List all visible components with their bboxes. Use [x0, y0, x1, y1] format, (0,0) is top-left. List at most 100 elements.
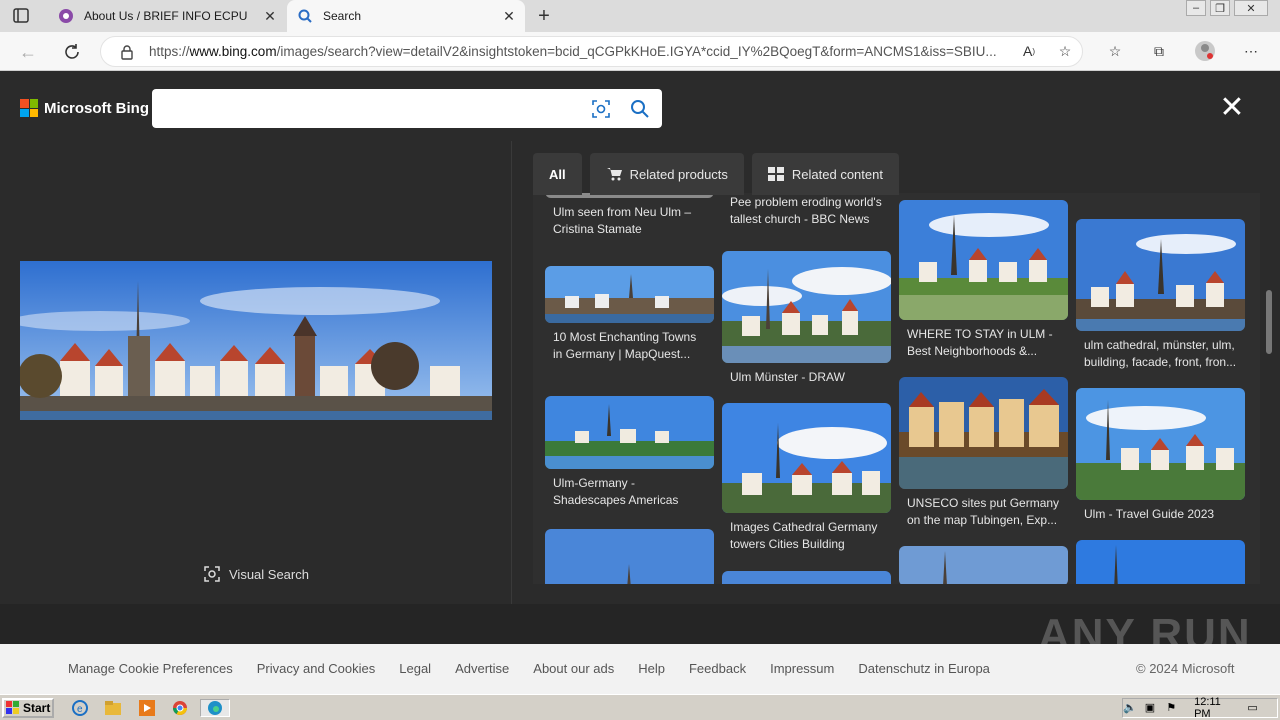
- footer-link-about-ads[interactable]: About our ads: [533, 661, 614, 676]
- favorites-icon[interactable]: ☆: [1104, 40, 1126, 62]
- restore-button[interactable]: ❐: [1210, 0, 1230, 16]
- tab-about-us[interactable]: About Us / BRIEF INFO ECPU ✕: [48, 0, 286, 32]
- footer-link-privacy[interactable]: Privacy and Cookies: [257, 661, 376, 676]
- flag-icon[interactable]: ⚑: [1166, 701, 1180, 715]
- visual-search-label: Visual Search: [229, 566, 309, 582]
- ie-icon[interactable]: e: [70, 699, 90, 717]
- minimize-button[interactable]: –: [1186, 0, 1206, 16]
- new-tab-button[interactable]: +: [533, 5, 555, 27]
- collections-icon[interactable]: ⧉: [1148, 40, 1170, 62]
- show-desktop-icon[interactable]: ▭: [1247, 701, 1261, 715]
- volume-icon[interactable]: 🔈: [1123, 701, 1137, 715]
- results-grid: Ulm seen from Neu Ulm – Cristina Stamate…: [533, 193, 1260, 584]
- clock[interactable]: 12:11 PM: [1194, 696, 1239, 720]
- result-card[interactable]: Ulm Münster - DRAW: [722, 251, 891, 403]
- url-text: https://www.bing.com/images/search?view=…: [149, 44, 1009, 59]
- result-thumbnail: [899, 377, 1068, 489]
- main-image[interactable]: [20, 261, 492, 420]
- tab-actions-button[interactable]: [10, 6, 32, 26]
- page-footer: Manage Cookie Preferences Privacy and Co…: [0, 644, 1280, 694]
- tab-related-products[interactable]: Related products: [589, 153, 744, 195]
- start-label: Start: [23, 701, 51, 715]
- profile-avatar[interactable]: [1194, 40, 1216, 62]
- network-icon[interactable]: ▣: [1145, 701, 1159, 715]
- grid-icon: [767, 167, 784, 181]
- lock-icon[interactable]: [119, 44, 135, 60]
- result-thumbnail: [899, 200, 1068, 320]
- result-thumbnail: [722, 251, 891, 363]
- result-caption: UNSECO sites put Germany on the map Tubi…: [907, 496, 1060, 527]
- tab-title: Search: [323, 9, 362, 23]
- start-button[interactable]: Start: [2, 698, 54, 718]
- media-player-icon[interactable]: [137, 699, 157, 717]
- result-thumbnail: [899, 546, 1068, 584]
- panel-tabs: All Related products Related content: [533, 153, 899, 195]
- tab-actions-icon: [13, 8, 29, 23]
- result-card[interactable]: 10 Most Enchanting Towns in Germany | Ma…: [545, 266, 714, 363]
- scrollbar-thumb[interactable]: [1266, 290, 1272, 354]
- result-card[interactable]: Ulm-Germany - Shadescapes Americas: [545, 396, 714, 509]
- footer-link-datenschutz[interactable]: Datenschutz in Europa: [858, 661, 990, 676]
- result-caption: didn't know took more tha...: [1076, 193, 1245, 213]
- footer-link-advertise[interactable]: Advertise: [455, 661, 509, 676]
- result-card[interactable]: [1076, 540, 1245, 584]
- close-detail-button[interactable]: ✕: [1218, 91, 1246, 124]
- footer-link-help[interactable]: Help: [638, 661, 665, 676]
- footer-links: Manage Cookie Preferences Privacy and Co…: [68, 661, 990, 676]
- edge-icon[interactable]: [200, 699, 230, 717]
- tab-related-content[interactable]: Related content: [751, 153, 899, 195]
- add-favorite-icon[interactable]: ☆: [1054, 40, 1076, 62]
- url-prefix: https://: [149, 44, 190, 59]
- result-card[interactable]: Images Cathedral Germany towers Cities B…: [722, 403, 891, 553]
- url-field[interactable]: https://www.bing.com/images/search?view=…: [100, 36, 1083, 67]
- result-card[interactable]: [545, 529, 714, 584]
- result-card[interactable]: Ulm seen from Neu Ulm – Cristina Stamate: [545, 193, 714, 238]
- result-thumbnail: [545, 529, 714, 584]
- read-aloud-icon[interactable]: A): [1018, 40, 1040, 62]
- result-thumbnail: [545, 396, 714, 469]
- result-card[interactable]: UNSECO sites put Germany on the map Tubi…: [899, 377, 1068, 529]
- footer-link-legal[interactable]: Legal: [399, 661, 431, 676]
- tab-all[interactable]: All: [533, 153, 582, 195]
- result-caption: Images Cathedral Germany towers Cities B…: [730, 520, 878, 551]
- result-caption: ulm cathedral, münster, ulm, building, f…: [1084, 338, 1237, 369]
- close-window-button[interactable]: ✕: [1234, 0, 1268, 16]
- visual-search-button[interactable]: Visual Search: [203, 565, 309, 583]
- search-box: [152, 89, 662, 128]
- bing-logo[interactable]: Microsoft Bing: [20, 99, 149, 117]
- result-caption: WHERE TO STAY in ULM - Best Neighborhood…: [907, 327, 1053, 358]
- footer-link-feedback[interactable]: Feedback: [689, 661, 746, 676]
- result-card[interactable]: [722, 571, 891, 584]
- result-thumbnail: [1076, 219, 1245, 331]
- result-thumbnail: [1076, 388, 1245, 500]
- close-tab-icon[interactable]: ✕: [260, 6, 280, 26]
- refresh-button[interactable]: [60, 40, 84, 64]
- result-card[interactable]: ulm cathedral, münster, ulm, building, f…: [1076, 219, 1245, 371]
- back-button[interactable]: ←: [16, 40, 40, 64]
- shopping-cart-icon: [606, 168, 622, 181]
- search-icon[interactable]: [629, 98, 651, 120]
- footer-link-impressum[interactable]: Impressum: [770, 661, 834, 676]
- site-favicon-icon: [58, 8, 74, 24]
- search-favicon-icon: [297, 8, 313, 24]
- related-panel: Ulm seen from Neu Ulm – Cristina Stamate…: [533, 141, 1260, 604]
- result-thumbnail: [545, 266, 714, 323]
- close-tab-icon[interactable]: ✕: [499, 6, 519, 26]
- visual-search-camera-icon[interactable]: [590, 98, 612, 120]
- chrome-icon[interactable]: [170, 699, 190, 717]
- bing-header: Microsoft Bing ✕: [0, 71, 1280, 141]
- result-card[interactable]: Pee problem eroding world's tallest chur…: [722, 193, 891, 228]
- search-input[interactable]: [162, 97, 582, 121]
- result-caption: Ulm - Travel Guide 2023: [1084, 507, 1215, 521]
- tab-strip: About Us / BRIEF INFO ECPU ✕ Search ✕ + …: [0, 0, 1280, 32]
- tab-search[interactable]: Search ✕: [287, 0, 525, 32]
- result-card[interactable]: [899, 546, 1068, 584]
- result-card[interactable]: didn't know took more tha...: [1076, 193, 1245, 213]
- more-menu-icon[interactable]: ⋯: [1240, 40, 1262, 62]
- tab-title: About Us / BRIEF INFO ECPU: [84, 9, 248, 23]
- footer-link-cookie-preferences[interactable]: Manage Cookie Preferences: [68, 661, 233, 676]
- result-card[interactable]: Ulm - Travel Guide 2023: [1076, 388, 1245, 540]
- result-card[interactable]: WHERE TO STAY in ULM - Best Neighborhood…: [899, 200, 1068, 360]
- system-tray: 🔈 ▣ ⚑ 12:11 PM ▭: [1122, 696, 1278, 720]
- explorer-icon[interactable]: [103, 699, 123, 717]
